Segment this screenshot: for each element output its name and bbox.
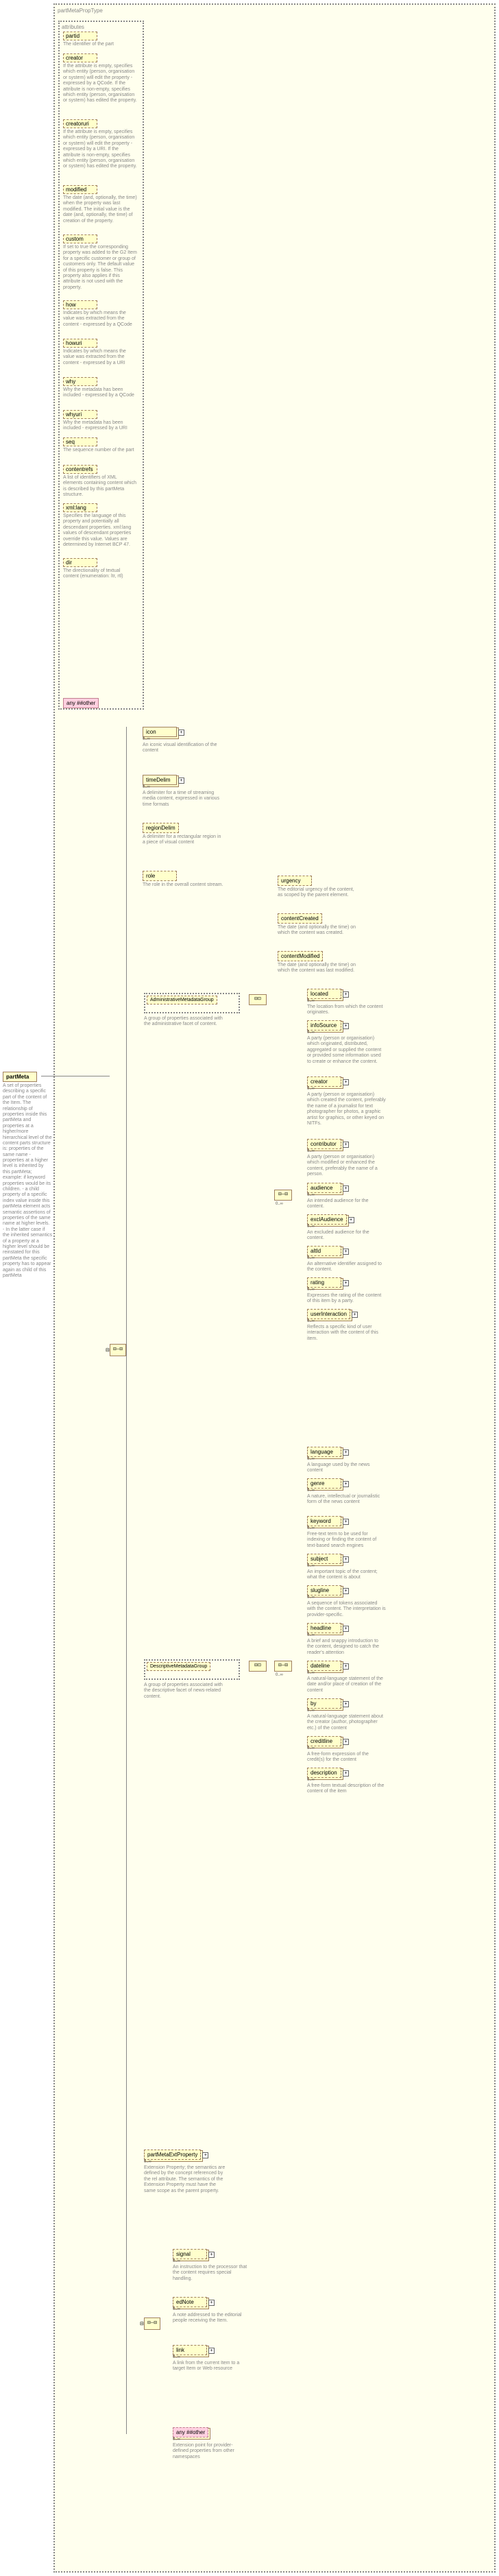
admin-contributor: contributor+0..∞A party (person or organ… <box>307 1139 386 1178</box>
attr-whyuri: whyuriWhy the metadata has been included… <box>63 410 137 432</box>
admin-urgency: urgencyThe editorial urgency of the cont… <box>278 876 356 899</box>
ext-property: partMetaExtProperty+ 0..∞ Extension Prop… <box>144 2150 226 2194</box>
desc-headline: headline+0..∞A brief and snappy introduc… <box>307 1623 386 1656</box>
admin-contentCreated: contentCreatedThe date (and optionally t… <box>278 913 356 937</box>
attr-contentrefs: contentrefsA list of identifiers of XML … <box>63 465 137 498</box>
partmeta-desc: A set of properties describing a specifi… <box>3 1083 52 1279</box>
admin-located: located+0..∞The location from which the … <box>307 989 386 1016</box>
admin-altId: altId+0..∞An alternative identifier assi… <box>307 1246 386 1273</box>
any-other-bottom: any ##other 0..∞ Extension point for pro… <box>173 2427 248 2460</box>
bottom-link: link+0..∞A link from the current Item to… <box>173 2345 252 2372</box>
partmeta-box[interactable]: partMeta <box>3 1072 37 1082</box>
any-other-attr: any ##other <box>63 698 99 708</box>
desc-subject: subject+0..∞An important topic of the co… <box>307 1554 386 1581</box>
attr-howuri: howuriIndicates by which means the value… <box>63 339 137 366</box>
desc-choice: ⊟⊡ <box>249 1661 267 1672</box>
attr-custom: customIf set to true the corresponding p… <box>63 234 137 291</box>
type-label: partMetaPropType <box>58 8 491 14</box>
attributes-label: attributes <box>62 24 141 30</box>
desc-group-box[interactable]: DescriptiveMetadataGroup <box>147 1662 210 1671</box>
attr-how: howIndicates by which means the value wa… <box>63 300 137 328</box>
desc-group: DescriptiveMetadataGroup <box>144 1659 240 1680</box>
admin-group: AdministrativeMetadataGroup <box>144 993 240 1013</box>
attr-modified: modifiedThe date (and, optionally, the t… <box>63 185 137 224</box>
seq-main: ⊟─⊟ <box>110 1344 126 1356</box>
desc-creditline: creditline+0..∞A free-form expression of… <box>307 1736 386 1764</box>
admin-rating: rating+0..∞Expresses the rating of the c… <box>307 1277 386 1305</box>
bottom-seq: ⊟─⊟ <box>144 2318 160 2330</box>
admin-creator: creator+0..∞A party (person or organisat… <box>307 1076 386 1127</box>
mid-icon: icon+0..∞An iconic visual identification… <box>143 727 225 754</box>
admin-contentModified: contentModifiedThe date (and optionally … <box>278 951 356 974</box>
desc-slugline: slugline+0..∞A sequence of tokens associ… <box>307 1585 386 1618</box>
desc-dateline: dateline+0..∞A natural-language statemen… <box>307 1661 386 1694</box>
attr-dir: dirThe directionality of textual content… <box>63 558 137 580</box>
desc-group-desc: A group of properties associated with th… <box>144 1683 226 1700</box>
mid-regionDelim: regionDelimA delimiter for a rectangular… <box>143 823 225 846</box>
attr-partid: partidThe identifier of the part <box>63 32 114 47</box>
attr-creator: creatorIf the attribute is empty, specif… <box>63 53 137 104</box>
admin-infoSource: infoSource+0..∞A party (person or organi… <box>307 1020 386 1065</box>
admin-seq: ⊟─⊟ <box>274 1190 292 1201</box>
admin-choice: ⊟⊡ <box>249 994 267 1005</box>
admin-group-box[interactable]: AdministrativeMetadataGroup <box>147 996 217 1004</box>
attr-seq: seqThe sequence number of the part <box>63 437 134 453</box>
attr-why: whyWhy the metadata has been included - … <box>63 377 137 399</box>
desc-genre: genre+0..∞A nature, intellectual or jour… <box>307 1478 386 1506</box>
desc-seq: ⊟─⊟ <box>274 1661 292 1672</box>
mid-timeDelim: timeDelim+0..∞A delimiter for a time of … <box>143 775 225 808</box>
admin-audience: audience+0..∞An intended audience for th… <box>307 1183 386 1210</box>
desc-keyword: keyword+0..∞Free-text term to be used fo… <box>307 1516 386 1549</box>
attr-creatoruri: creatoruriIf the attribute is empty, spe… <box>63 119 137 170</box>
root-node: partMeta A set of properties describing … <box>3 1072 52 1279</box>
mid-role: roleThe role in the overall content stre… <box>143 871 223 888</box>
desc-by: by+0..∞A natural-language statement abou… <box>307 1698 386 1731</box>
attr-xml:lang: xml:langSpecifies the language of this p… <box>63 503 137 548</box>
bottom-signal: signal+0..∞An instruction to the process… <box>173 2249 252 2282</box>
desc-language: language+0..∞A language used by the news… <box>307 1447 386 1474</box>
bottom-edNote: edNote+0..∞A note addressed to the edito… <box>173 2297 252 2324</box>
admin-exclAudience: exclAudience+0..∞An excluded audience fo… <box>307 1214 386 1242</box>
admin-userInteraction: userInteraction+0..∞Reflects a specific … <box>307 1309 386 1342</box>
admin-group-desc: A group of properties associated with th… <box>144 1016 226 1028</box>
desc-description: description+0..∞A free-form textual desc… <box>307 1768 386 1795</box>
